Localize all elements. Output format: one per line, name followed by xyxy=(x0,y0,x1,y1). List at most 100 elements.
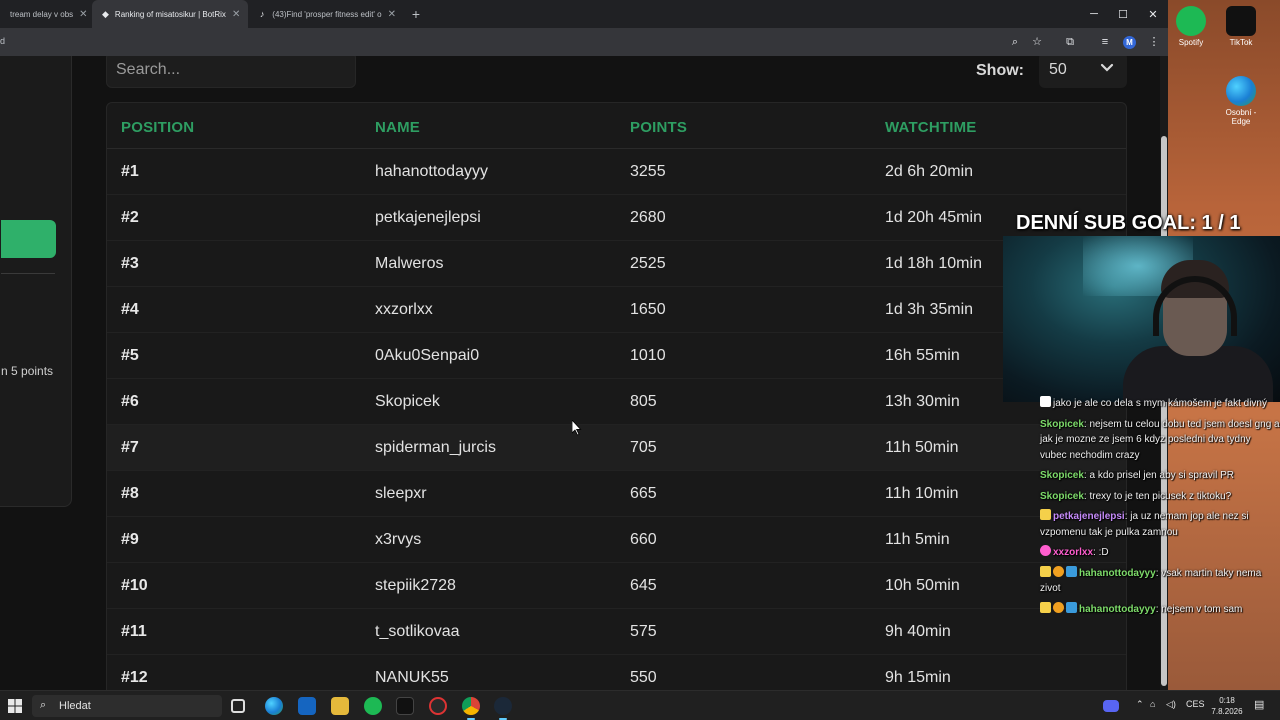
cell-watchtime: 13h 30min xyxy=(885,393,960,410)
chevron-down-icon xyxy=(1100,63,1114,72)
tiktok-icon[interactable] xyxy=(396,697,414,715)
obs-icon[interactable] xyxy=(429,697,447,715)
desktop-icon-tiktok[interactable]: TikTok xyxy=(1218,6,1264,47)
search-input[interactable] xyxy=(107,56,355,87)
language-indicator[interactable]: CES xyxy=(1186,699,1205,709)
spotify-icon xyxy=(1176,6,1206,36)
chat-message: hahanottodayyy: nejsem v tom sam xyxy=(1040,601,1280,618)
tab-title: tream delay v obs xyxy=(10,9,74,19)
chat-username: hahanottodayyy xyxy=(1079,567,1156,579)
screen: tream delay v obs ✕ ◆ Ranking of misatos… xyxy=(0,0,1280,720)
file-explorer-icon[interactable] xyxy=(331,697,349,715)
table-row: #9 x3rvys 660 11h 5min xyxy=(107,517,1126,563)
chat-username: Skopicek xyxy=(1040,490,1084,502)
media-controls-icon[interactable]: ≡ xyxy=(1097,34,1113,50)
windows-taskbar: ⌕ Hledat ⌃ ⌂ ◁) CES 0:18 7.8.2026 ▤ xyxy=(0,690,1280,720)
table-body: #1 hahanottodayyy 3255 2d 6h 20min #2 petkaje… xyxy=(107,149,1126,690)
ranking-table: POSITION NAME POINTS WATCHTIME #1 hahanot… xyxy=(106,102,1127,690)
cell-position: #11 xyxy=(121,623,147,640)
mouse-cursor-icon xyxy=(572,420,582,436)
table-row: #4 xxzorlxx 1650 1d 3h 35min xyxy=(107,287,1126,333)
chat-text: jako je ale co dela s mym kámošem je fak… xyxy=(1053,398,1267,409)
desktop-icon-edge[interactable]: Osobní - Edge xyxy=(1218,76,1264,126)
taskbar-clock[interactable]: 0:18 7.8.2026 xyxy=(1207,695,1247,717)
show-count-select[interactable]: 50 xyxy=(1039,56,1127,88)
sidebar-action-button[interactable] xyxy=(1,220,56,258)
cell-watchtime: 9h 15min xyxy=(885,669,951,686)
url-text[interactable]: d xyxy=(0,36,5,46)
column-header-position[interactable]: POSITION xyxy=(121,119,194,136)
taskbar-search[interactable]: ⌕ Hledat xyxy=(32,695,222,717)
chat-message: Skopicek: nejsem tu celou dobu ted jsem … xyxy=(1040,417,1280,464)
chat-message: Skopicek: a kdo prisel jen aby si spravi… xyxy=(1040,468,1280,484)
cell-position: #2 xyxy=(121,209,139,226)
cell-name: hahanottodayyy xyxy=(375,163,488,180)
chevron-up-icon[interactable]: ⌃ xyxy=(1136,699,1144,710)
new-tab-button[interactable]: + xyxy=(404,0,428,28)
cell-watchtime: 10h 50min xyxy=(885,577,960,594)
spotify-icon[interactable] xyxy=(364,697,382,715)
cell-points: 575 xyxy=(630,623,657,640)
cell-points: 550 xyxy=(630,669,657,686)
close-icon[interactable]: ✕ xyxy=(382,9,396,20)
bits-badge-icon xyxy=(1053,601,1064,613)
close-icon[interactable]: ✕ xyxy=(73,9,87,20)
network-icon[interactable]: ⌂ xyxy=(1150,699,1155,709)
cell-position: #1 xyxy=(121,163,139,180)
stream-chat-overlay: jako je ale co dela s mym kámošem je fak… xyxy=(1040,396,1280,664)
minimize-icon[interactable]: ─ xyxy=(1078,0,1110,28)
edge-icon[interactable] xyxy=(265,697,283,715)
cell-points: 660 xyxy=(630,531,657,548)
notification-icon[interactable]: ▤ xyxy=(1254,698,1264,711)
tab-title: Ranking of misatosikur | BotRix xyxy=(114,9,226,19)
windows-start-icon[interactable] xyxy=(8,699,22,713)
chat-message: jako je ale co dela s mym kámošem je fak… xyxy=(1040,396,1280,412)
edge-icon xyxy=(1226,76,1256,106)
badge-icon xyxy=(1040,545,1051,556)
cell-position: #5 xyxy=(121,347,139,364)
sub-badge-icon xyxy=(1040,565,1051,577)
menu-dots-icon[interactable]: ⋮ xyxy=(1146,34,1162,50)
tab-tiktok-search[interactable]: ♪ (43)Find 'prosper fitness edit' o ✕ xyxy=(248,0,404,28)
tab-obs-delay[interactable]: tream delay v obs ✕ xyxy=(0,0,92,28)
steam-icon[interactable] xyxy=(494,697,512,720)
sub-badge-icon xyxy=(1040,601,1051,613)
cell-points: 3255 xyxy=(630,163,666,180)
bookmark-star-icon[interactable]: ☆ xyxy=(1029,34,1045,50)
botrix-icon: ◆ xyxy=(102,9,109,19)
cell-points: 665 xyxy=(630,485,657,502)
desktop-icon-spotify[interactable]: Spotify xyxy=(1168,6,1214,47)
column-header-watchtime[interactable]: WATCHTIME xyxy=(885,119,977,136)
task-view-icon[interactable] xyxy=(231,699,245,713)
cell-name: stepiik2728 xyxy=(375,577,456,594)
maximize-icon[interactable]: ☐ xyxy=(1107,0,1139,28)
close-icon[interactable]: ✕ xyxy=(226,9,240,20)
address-bar: d ⌕ ☆ ⧉ ≡ M ⋮ xyxy=(0,28,1168,56)
extensions-icon[interactable]: ⧉ xyxy=(1062,34,1078,50)
chat-text: : nejsem v tom sam xyxy=(1155,603,1243,615)
close-window-icon[interactable]: ✕ xyxy=(1137,0,1169,28)
table-row: #10 stepiik2728 645 10h 50min xyxy=(107,563,1126,609)
tab-botrix-ranking[interactable]: ◆ Ranking of misatosikur | BotRix ✕ xyxy=(92,0,248,28)
table-row: #11 t_sotlikovaa 575 9h 40min xyxy=(107,609,1126,655)
column-header-points[interactable]: POINTS xyxy=(630,119,687,136)
table-row: #3 Malweros 2525 1d 18h 10min xyxy=(107,241,1126,287)
column-header-name[interactable]: NAME xyxy=(375,119,420,136)
table-header: POSITION NAME POINTS WATCHTIME xyxy=(107,103,1126,149)
chrome-icon[interactable] xyxy=(462,697,480,720)
browser-tabbar: tream delay v obs ✕ ◆ Ranking of misatos… xyxy=(0,0,1168,28)
cell-name: Malweros xyxy=(375,255,444,272)
cell-name: NANUK55 xyxy=(375,669,449,686)
zoom-icon[interactable]: ⌕ xyxy=(1007,34,1023,50)
discord-tray-icon[interactable] xyxy=(1103,700,1119,712)
profile-avatar[interactable]: M xyxy=(1123,36,1136,49)
tiktok-icon: ♪ xyxy=(259,9,265,19)
volume-icon[interactable]: ◁) xyxy=(1166,699,1176,710)
store-icon[interactable] xyxy=(298,697,316,715)
chat-username: hahanottodayyy xyxy=(1079,603,1156,615)
cell-watchtime: 9h 40min xyxy=(885,623,951,640)
badge-icon xyxy=(1040,396,1051,407)
search-box xyxy=(106,56,356,88)
sub-goal-text: DENNÍ SUB GOAL: 1 / 1 xyxy=(1016,212,1241,234)
cell-position: #4 xyxy=(121,301,139,318)
